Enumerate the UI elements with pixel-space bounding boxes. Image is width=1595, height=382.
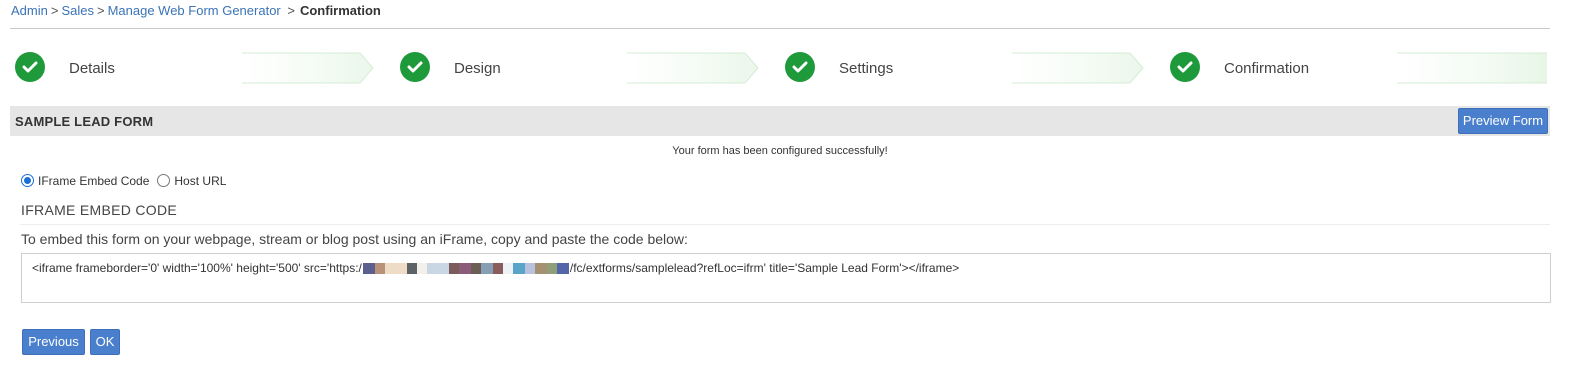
host-url-radio[interactable] — [157, 174, 171, 188]
breadcrumb-separator: > — [287, 3, 295, 18]
step-arrow-icon — [242, 52, 374, 84]
success-message: Your form has been configured successful… — [672, 145, 888, 157]
step-design[interactable]: Design — [397, 50, 782, 86]
step-label: Confirmation — [1224, 60, 1310, 77]
step-details[interactable]: Details — [12, 50, 397, 86]
step-confirmation[interactable]: Confirmation — [1167, 50, 1552, 86]
breadcrumb-link-web-form-generator[interactable]: Manage Web Form Generator — [108, 3, 281, 18]
breadcrumb-separator: > — [50, 3, 59, 18]
breadcrumb-link-sales[interactable]: Sales — [61, 3, 94, 18]
panel-title: SAMPLE LEAD FORM — [15, 114, 154, 129]
divider — [20, 224, 1550, 225]
checkmark-icon — [1170, 52, 1200, 82]
breadcrumb-current: Confirmation — [299, 3, 381, 18]
step-label: Details — [69, 60, 115, 77]
embed-instructions: To embed this form on your webpage, stre… — [21, 231, 688, 247]
preview-form-button[interactable]: Preview Form — [1458, 108, 1548, 134]
embed-code-prefix: <iframe frameborder='0' width='100%' hei… — [32, 261, 362, 275]
divider — [10, 28, 1550, 29]
previous-button[interactable]: Previous — [22, 329, 85, 355]
step-label: Design — [454, 60, 501, 77]
checkmark-icon — [15, 52, 45, 82]
wizard-steps: Details Design Settings Confirmation — [12, 50, 1552, 86]
embed-code-suffix: /fc/extforms/samplelead?refLoc=ifrm' tit… — [569, 261, 960, 275]
checkmark-icon — [400, 52, 430, 82]
redacted-domain — [362, 263, 569, 274]
embed-type-options: IFrame Embed Code Host URL — [21, 173, 234, 188]
breadcrumb-link-admin[interactable]: Admin — [11, 3, 48, 18]
host-url-label[interactable]: Host URL — [174, 174, 226, 188]
iframe-embed-label[interactable]: IFrame Embed Code — [38, 174, 149, 188]
step-end-bar — [1397, 52, 1547, 84]
step-settings[interactable]: Settings — [782, 50, 1167, 86]
breadcrumb-separator: > — [96, 3, 105, 18]
iframe-embed-radio[interactable] — [21, 174, 34, 188]
ok-button[interactable]: OK — [90, 329, 120, 355]
checkmark-icon — [785, 52, 815, 82]
section-title: IFRAME EMBED CODE — [21, 202, 178, 218]
breadcrumb: Admin > Sales > Manage Web Form Generator > C… — [11, 3, 381, 18]
step-arrow-icon — [1012, 52, 1144, 84]
step-arrow-icon — [627, 52, 759, 84]
step-label: Settings — [839, 60, 894, 77]
embed-code-field[interactable]: <iframe frameborder='0' width='100%' hei… — [21, 253, 1551, 303]
panel-header: SAMPLE LEAD FORM Preview Form — [10, 106, 1550, 136]
